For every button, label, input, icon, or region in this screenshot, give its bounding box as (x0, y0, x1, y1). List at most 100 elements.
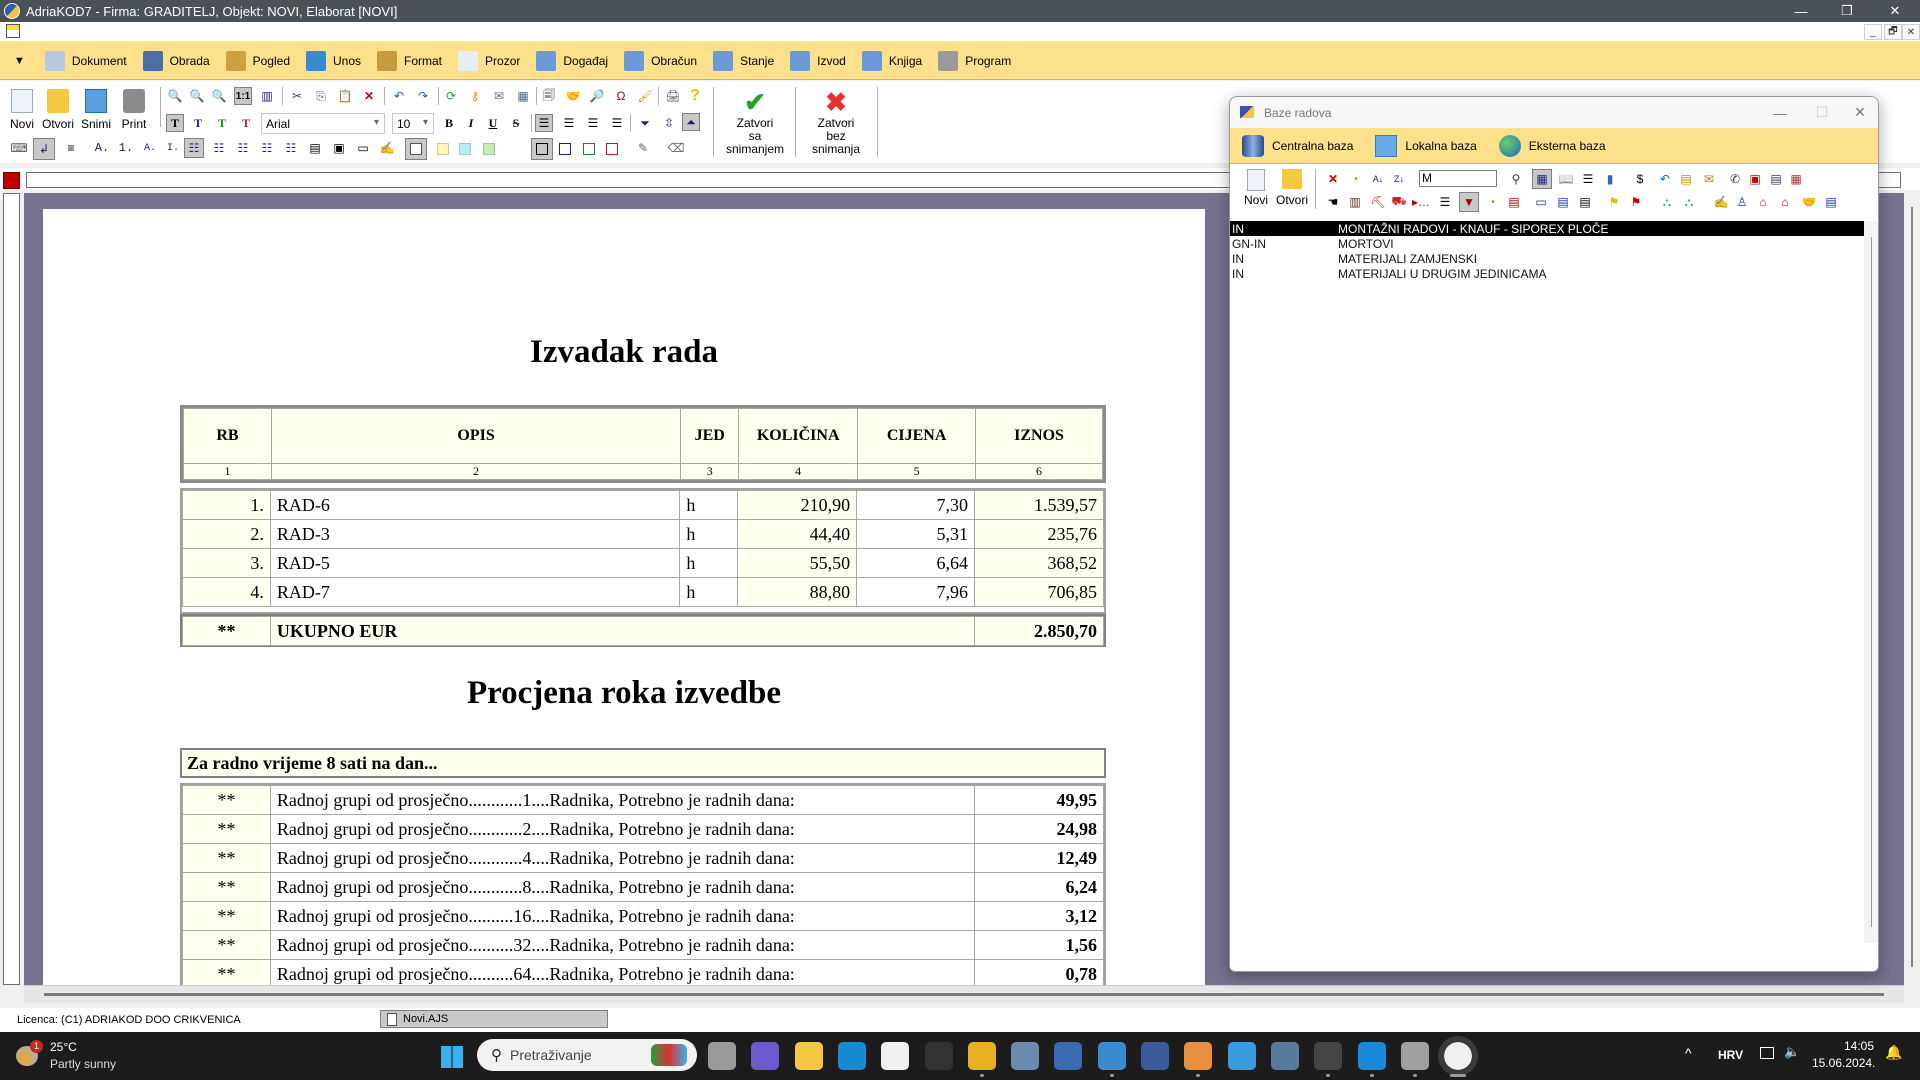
text-color-blue-button[interactable]: T (189, 114, 207, 132)
tree-list-icon[interactable]: ☰ (1436, 193, 1454, 211)
tree-view-icon[interactable] (6, 24, 20, 38)
volume-icon[interactable]: 🔈 (1784, 1044, 1800, 1060)
dropdown-filter-button[interactable]: ▼ (1459, 192, 1479, 212)
copy-icon[interactable]: ⎘ (312, 87, 330, 105)
panel-open-button[interactable]: Otvori (1274, 167, 1310, 207)
list-item[interactable]: IN MONTAŽNI RADOVI - KNAUF - SIPOREX PLOČ… (1230, 221, 1864, 236)
zoom-text-icon[interactable]: 🔍 (210, 87, 228, 105)
redo-icon[interactable]: ↷ (414, 87, 432, 105)
border-red-button[interactable] (603, 140, 621, 158)
signpost-red-icon[interactable]: ⚑ (1627, 193, 1645, 211)
list-item[interactable]: IN MATERIJALI ZAMJENSKI (1230, 251, 1864, 266)
menu-unos[interactable]: Unos (298, 46, 369, 76)
border-green-button[interactable] (580, 140, 598, 158)
cell-fill-green-button[interactable] (480, 140, 498, 158)
bold-button[interactable]: B (440, 114, 458, 132)
pencil-icon[interactable]: ✎ (634, 139, 652, 157)
notepad-icon[interactable]: ▣ (1746, 170, 1764, 188)
phone-icon[interactable]: ✆ (1726, 170, 1744, 188)
menu-dropdown-icon[interactable]: ▼ (14, 55, 25, 67)
terminal-cmd-icon[interactable] (924, 1042, 953, 1070)
zoom-page-icon[interactable]: 🔍 (166, 87, 184, 105)
calendar-flash-icon[interactable]: ▤ (1677, 170, 1695, 188)
keyboard-hand-icon[interactable]: ⌨ (10, 139, 28, 157)
doc-header-icon[interactable]: ▤ (1822, 193, 1840, 211)
red-marker-button[interactable] (3, 172, 20, 189)
text-style-black-button[interactable]: T (166, 114, 184, 132)
cut-icon[interactable]: ✂ (288, 87, 306, 105)
close-with-save-button[interactable]: ✔ Zatvori sa snimanjem (722, 87, 788, 156)
tree-list-icon[interactable]: ☰ (1579, 170, 1597, 188)
alert-window-icon[interactable]: ▤ (1505, 193, 1523, 211)
border-black-button[interactable] (531, 138, 553, 160)
border-blue-button[interactable] (556, 140, 574, 158)
chrome-icon[interactable] (967, 1042, 996, 1070)
network-icon[interactable]: ⛬ (1658, 193, 1676, 211)
installer-icon[interactable] (1400, 1042, 1429, 1070)
tab-eksterna-baza[interactable]: Eksterna baza (1498, 134, 1606, 157)
zoom-1-1-button[interactable]: 1:1 (234, 87, 252, 105)
key-icon[interactable]: ⚷ (466, 87, 484, 105)
truck-icon[interactable]: ⛟ (1390, 193, 1408, 211)
chart-icon[interactable]: ▮ (1601, 170, 1619, 188)
store-icon[interactable] (881, 1042, 910, 1070)
handshake-icon[interactable]: 🤝 (564, 87, 582, 105)
scrollbar-thumb[interactable] (1911, 207, 1913, 967)
eraser-icon[interactable]: ⌫ (667, 139, 685, 157)
panel-maximize-button[interactable]: ☐ (1804, 97, 1840, 128)
numbered-list-button[interactable]: ☷ (184, 138, 204, 158)
notepad-icon[interactable] (1097, 1042, 1126, 1070)
paint-icon[interactable] (1184, 1042, 1213, 1070)
tab-lokalna-baza[interactable]: Lokalna baza (1375, 134, 1477, 157)
field-block-icon[interactable]: ▭ (354, 139, 372, 157)
cell-fill-yellow-button[interactable] (434, 140, 452, 158)
refresh-icon[interactable]: ⟳ (442, 87, 460, 105)
panel-new-button[interactable]: Novi (1238, 167, 1274, 207)
notification-bell-icon[interactable]: 🔔 (1885, 1044, 1902, 1061)
mdi-close-button[interactable]: ✕ (1902, 24, 1920, 40)
print-button[interactable]: Print (116, 87, 152, 131)
adriakod-icon[interactable] (1438, 1036, 1479, 1076)
help-icon[interactable]: ? (686, 87, 704, 105)
list-alpha-button[interactable]: A. (141, 139, 159, 157)
list-item[interactable]: IN MATERIJALI U DRUGIM JEDINICAMA (1230, 266, 1864, 281)
close-without-save-button[interactable]: ✖ Zatvori bez snimanja (802, 87, 870, 156)
vscode-icon[interactable] (1357, 1042, 1386, 1070)
menu-izvod[interactable]: Izvod (782, 46, 854, 76)
doc-minus-icon[interactable]: ▭ (1532, 193, 1550, 211)
scrollbar-thumb[interactable] (1871, 237, 1872, 927)
text-color-green-button[interactable]: T (213, 114, 231, 132)
inspect-icon[interactable]: 🔎 (588, 87, 606, 105)
envelope-icon[interactable]: ✉ (490, 87, 508, 105)
menu-obrada[interactable]: Obrada (135, 46, 218, 76)
header-block-icon[interactable]: ▤ (306, 139, 324, 157)
mdi-restore-button[interactable]: 🗗 (1884, 24, 1902, 40)
binoculars-icon[interactable]: ⚲ (1507, 170, 1525, 188)
list-scrollbar[interactable] (1864, 221, 1878, 943)
zoom-width-icon[interactable]: 🔍 (188, 87, 206, 105)
language-indicator[interactable]: HRV (1718, 1048, 1743, 1062)
weather-widget[interactable]: 1 25°C Partly sunny (14, 1040, 144, 1074)
image-block-icon[interactable]: ▣ (330, 139, 348, 157)
sort-za-icon[interactable]: Z↓ (1390, 170, 1408, 188)
sign-document-icon[interactable]: ✍ (1712, 193, 1730, 211)
panel-minimize-button[interactable]: — (1762, 97, 1798, 128)
valign-bottom-button[interactable]: ⏷ (636, 114, 654, 132)
restore-button[interactable]: ❐ (1824, 0, 1870, 22)
menu-knjiga[interactable]: Knjiga (854, 46, 930, 76)
panel-close-button[interactable]: ✕ (1842, 97, 1878, 128)
dollar-icon[interactable]: $ (1631, 170, 1649, 188)
taskbar-search[interactable]: ⚲ Pretraživanje (477, 1039, 697, 1071)
list-numeric-button[interactable]: 1. (117, 139, 135, 157)
clock-app-icon[interactable] (1227, 1042, 1256, 1070)
undo-icon[interactable]: ↶ (1656, 170, 1674, 188)
menu-obraun[interactable]: Obračun (616, 46, 705, 76)
align-left-button[interactable]: ☰ (535, 114, 553, 132)
task-view-icon[interactable] (708, 1042, 736, 1070)
ladder-icon[interactable]: ▥ (1346, 193, 1364, 211)
schedule-icon[interactable]: ▤ (1767, 170, 1785, 188)
clock-date[interactable]: 15.06.2024. (1812, 1056, 1875, 1070)
signpost-icon[interactable]: ⚑ (1605, 193, 1623, 211)
more-icon[interactable]: ▸… (1412, 193, 1430, 211)
menu-stanje[interactable]: Stanje (705, 46, 782, 76)
